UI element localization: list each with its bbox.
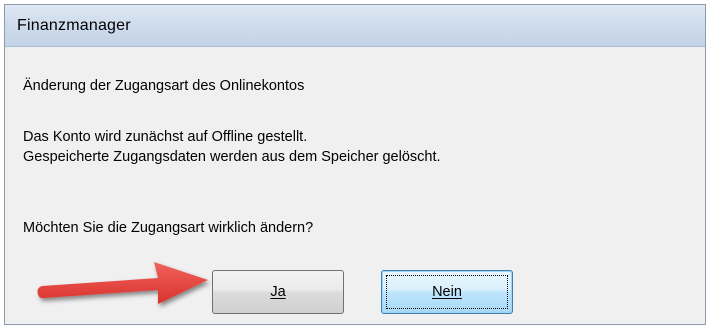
dialog-title: Finanzmanager: [17, 17, 131, 34]
dialog-titlebar[interactable]: Finanzmanager: [5, 5, 705, 47]
dialog-question: Möchten Sie die Zugangsart wirklich ände…: [23, 220, 314, 236]
no-button-label: Nein: [432, 284, 462, 300]
red-arrow-icon: [37, 262, 208, 304]
no-button[interactable]: Nein: [381, 270, 513, 314]
dialog-heading: Änderung der Zugangsart des Onlinekontos: [23, 78, 305, 94]
screenshot-stage: Finanzmanager Änderung der Zugangsart de…: [0, 0, 712, 329]
yes-button[interactable]: Ja: [212, 270, 344, 314]
dialog-message-line-1: Das Konto wird zunächst auf Offline gest…: [23, 129, 308, 145]
dialog-message-line-2: Gespeicherte Zugangsdaten werden aus dem…: [23, 149, 441, 165]
yes-button-label: Ja: [270, 284, 286, 300]
